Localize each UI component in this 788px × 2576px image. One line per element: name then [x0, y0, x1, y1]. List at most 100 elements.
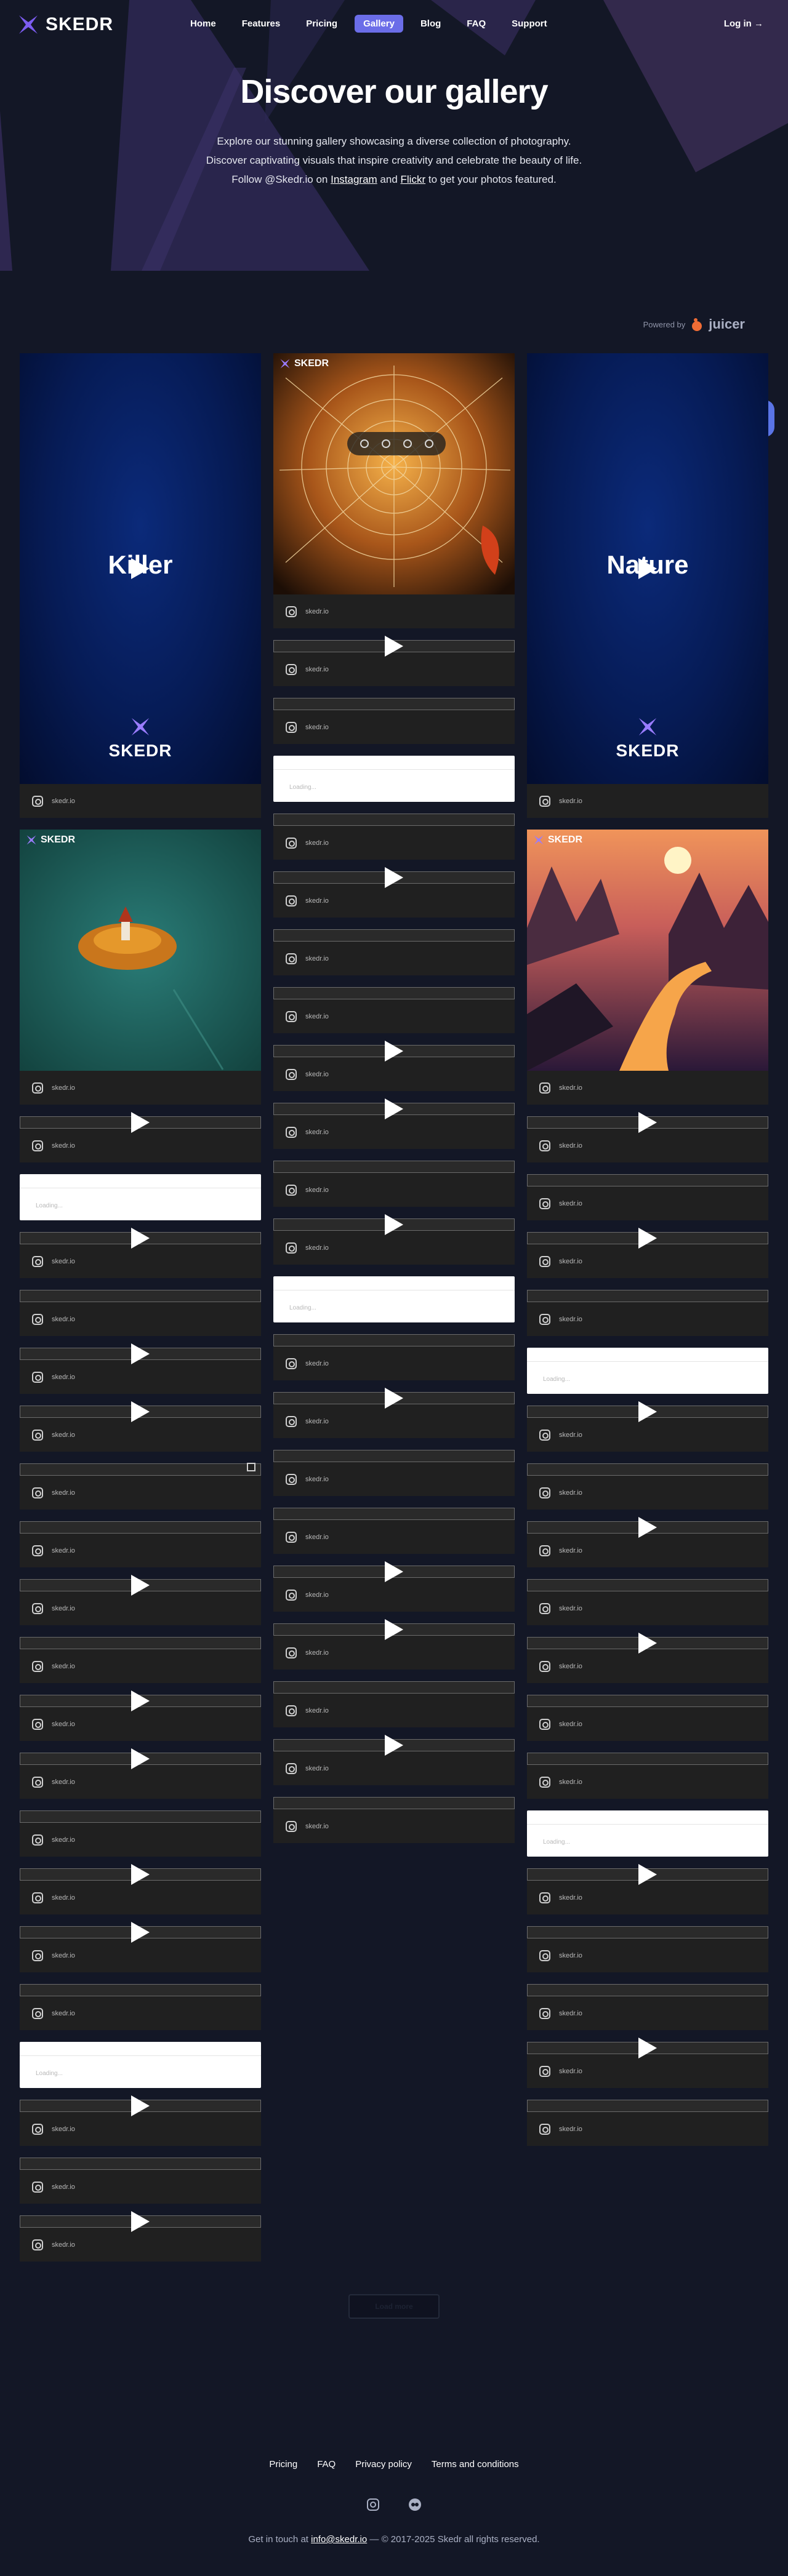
card-username[interactable]: skedr.io [52, 1084, 75, 1092]
play-icon[interactable] [638, 1633, 657, 1654]
nav-gallery[interactable]: Gallery [355, 15, 403, 33]
instagram-icon[interactable] [286, 1415, 297, 1427]
instagram-icon[interactable] [32, 1660, 43, 1672]
gallery-card[interactable]: skedr.io [527, 1984, 768, 2030]
card-username[interactable]: skedr.io [305, 1360, 329, 1367]
instagram-icon[interactable] [539, 795, 550, 807]
card-username[interactable]: skedr.io [559, 1778, 582, 1786]
card-username[interactable]: skedr.io [305, 1186, 329, 1194]
instagram-icon[interactable] [539, 1660, 550, 1672]
card-username[interactable]: skedr.io [305, 1418, 329, 1425]
card-username[interactable]: skedr.io [559, 2010, 582, 2017]
gallery-card[interactable]: skedr.io [273, 1388, 515, 1438]
footer-terms[interactable]: Terms and conditions [432, 2459, 519, 2470]
card-username[interactable]: skedr.io [305, 897, 329, 905]
play-icon[interactable] [638, 1228, 657, 1249]
play-icon[interactable] [385, 1098, 403, 1119]
card-username[interactable]: skedr.io [305, 1823, 329, 1830]
media-placeholder[interactable] [20, 1864, 261, 1885]
card-username[interactable]: skedr.io [52, 1894, 75, 1902]
instagram-icon[interactable] [286, 895, 297, 906]
instagram-icon[interactable] [286, 953, 297, 964]
play-icon[interactable] [131, 1922, 150, 1943]
instagram-icon[interactable] [286, 1647, 297, 1658]
gallery-card[interactable]: skedr.io [527, 1112, 768, 1162]
instagram-icon[interactable] [32, 2123, 43, 2135]
media-placeholder[interactable] [273, 636, 515, 657]
gallery-card[interactable]: Killer SKEDR skedr.io [20, 353, 261, 818]
instagram-icon[interactable] [539, 1429, 550, 1441]
photo-island[interactable]: SKEDR [20, 830, 261, 1071]
media-placeholder[interactable] [20, 2211, 261, 2232]
gallery-card[interactable]: skedr.io [273, 1681, 515, 1727]
instagram-icon[interactable] [32, 1487, 43, 1498]
gallery-card[interactable]: skedr.io [20, 1463, 261, 1510]
media-placeholder[interactable] [20, 1401, 261, 1422]
instagram-icon[interactable] [286, 1762, 297, 1774]
instagram-icon[interactable] [539, 1776, 550, 1788]
instagram-icon[interactable] [539, 1487, 550, 1498]
card-username[interactable]: skedr.io [305, 666, 329, 673]
media-placeholder[interactable] [527, 1228, 768, 1249]
card-username[interactable]: skedr.io [559, 1663, 582, 1670]
instagram-icon[interactable] [539, 1892, 550, 1903]
instagram-icon[interactable] [32, 1371, 43, 1383]
gallery-card[interactable]: skedr.io [527, 1864, 768, 1914]
instagram-icon[interactable] [539, 1718, 550, 1730]
play-icon[interactable] [385, 1214, 403, 1235]
instagram-icon[interactable] [32, 1718, 43, 1730]
footer-faq[interactable]: FAQ [317, 2459, 336, 2470]
login-link[interactable]: Log in → [724, 18, 763, 29]
card-username[interactable]: skedr.io [559, 2068, 582, 2075]
play-icon[interactable] [385, 636, 403, 657]
instagram-icon[interactable] [286, 1242, 297, 1254]
play-icon[interactable] [131, 1864, 150, 1885]
instagram-icon[interactable] [32, 1602, 43, 1614]
instagram-icon[interactable] [32, 1140, 43, 1151]
media-placeholder[interactable] [273, 1561, 515, 1582]
play-icon[interactable] [131, 1401, 150, 1422]
card-username[interactable]: skedr.io [52, 798, 75, 805]
play-icon[interactable] [131, 1343, 150, 1364]
gallery-card[interactable]: skedr.io [527, 1228, 768, 1278]
card-username[interactable]: skedr.io [52, 2010, 75, 2017]
instagram-icon[interactable] [32, 1313, 43, 1325]
gallery-card[interactable]: skedr.io [273, 1214, 515, 1265]
gallery-card[interactable]: skedr.io [527, 1463, 768, 1510]
play-icon[interactable] [131, 1690, 150, 1711]
card-username[interactable]: skedr.io [305, 1476, 329, 1483]
media-placeholder[interactable] [273, 1450, 515, 1462]
instagram-icon[interactable] [286, 1126, 297, 1138]
card-username[interactable]: skedr.io [559, 2126, 582, 2133]
instagram-icon[interactable] [539, 2007, 550, 2019]
card-username[interactable]: skedr.io [559, 1258, 582, 1265]
media-placeholder[interactable] [527, 1753, 768, 1765]
card-username[interactable]: skedr.io [52, 1663, 75, 1670]
card-username[interactable]: skedr.io [559, 1547, 582, 1554]
instagram-icon[interactable] [286, 1473, 297, 1485]
media-placeholder[interactable] [273, 987, 515, 999]
media-placeholder[interactable] [527, 1984, 768, 1996]
gallery-card[interactable]: skedr.io [273, 636, 515, 686]
media-placeholder[interactable] [273, 814, 515, 826]
gallery-card[interactable]: skedr.io [273, 1619, 515, 1670]
video-thumbnail[interactable]: Killer SKEDR [20, 353, 261, 784]
instagram-icon[interactable] [32, 1834, 43, 1846]
settings-icon[interactable] [424, 439, 433, 448]
instagram-icon[interactable] [32, 1429, 43, 1441]
media-placeholder[interactable] [527, 1463, 768, 1476]
gallery-card[interactable]: skedr.io [20, 1343, 261, 1394]
gallery-card[interactable]: skedr.io [527, 2100, 768, 2146]
nav-features[interactable]: Features [233, 15, 289, 33]
video-thumbnail[interactable]: Nature SKEDR [527, 353, 768, 784]
play-icon[interactable] [131, 1575, 150, 1596]
play-icon[interactable] [638, 558, 657, 579]
card-username[interactable]: skedr.io [305, 1129, 329, 1136]
card-username[interactable]: skedr.io [52, 1431, 75, 1439]
instagram-icon[interactable] [32, 1892, 43, 1903]
instagram-icon[interactable] [365, 2497, 381, 2513]
gallery-card[interactable]: skedr.io [527, 1753, 768, 1799]
gallery-card[interactable]: skedr.io [273, 1735, 515, 1785]
card-username[interactable]: skedr.io [305, 1591, 329, 1599]
gallery-card[interactable]: skedr.io [273, 1450, 515, 1496]
